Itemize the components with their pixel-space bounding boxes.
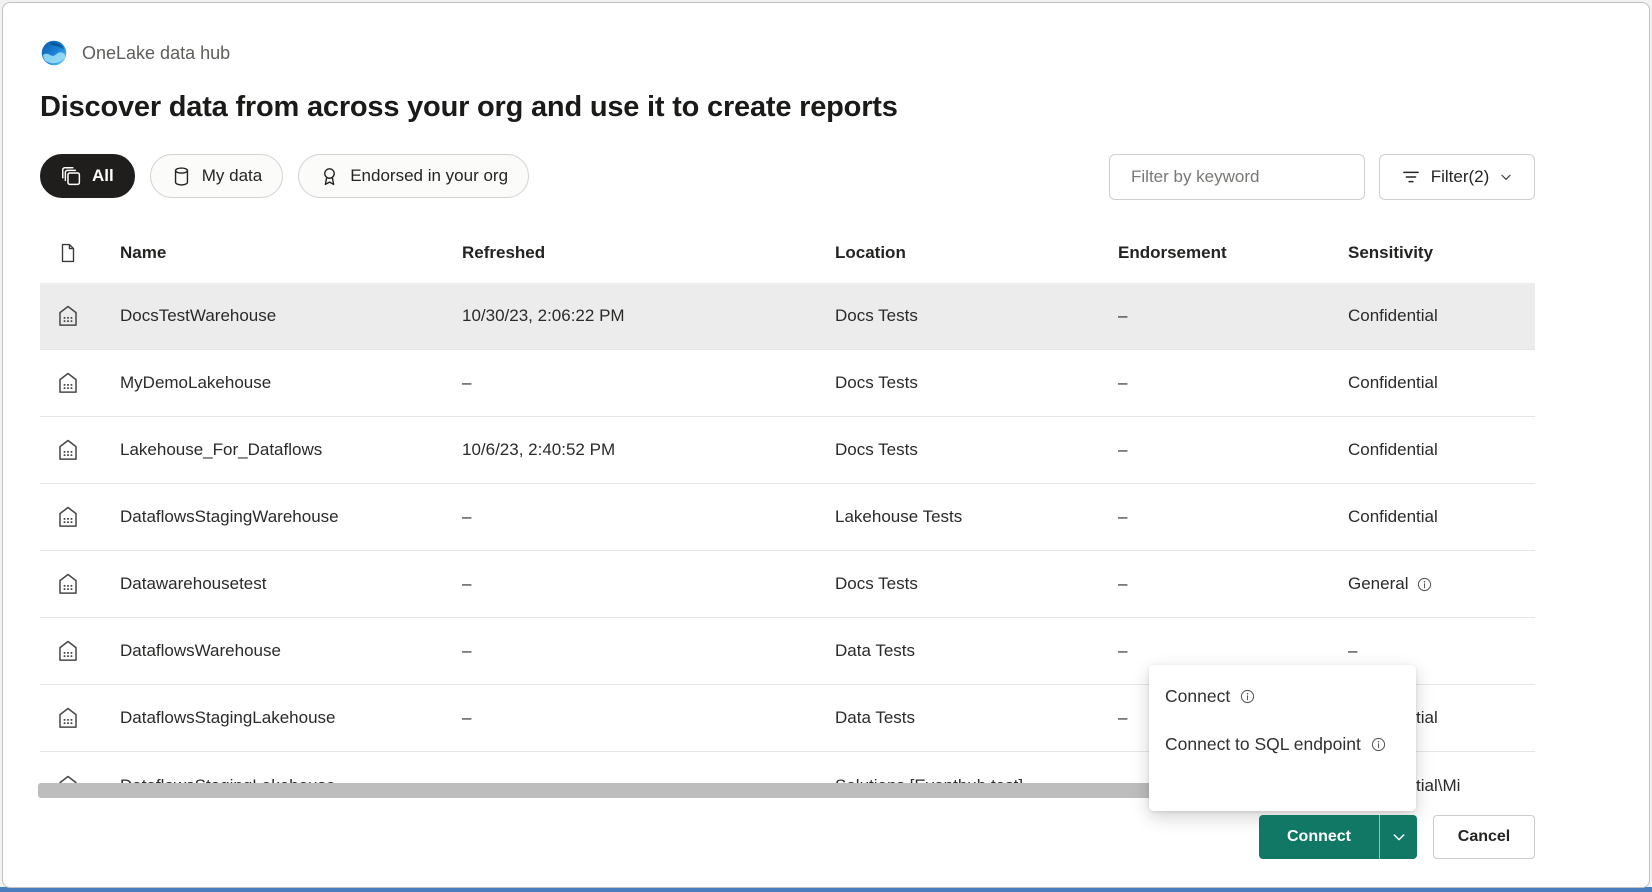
page-heading: Discover data from across your org and u… — [40, 91, 898, 124]
row-location: Docs Tests — [835, 440, 918, 460]
search-input[interactable] — [1131, 167, 1352, 187]
row-endorsement: – — [1118, 373, 1127, 393]
row-sensitivity: Confidential — [1348, 440, 1438, 460]
row-location: Docs Tests — [835, 574, 918, 594]
page-background: OneLake data hub Discover data from acro… — [0, 0, 1652, 892]
pill-label: All — [92, 166, 114, 186]
row-sensitivity: General — [1348, 574, 1408, 594]
row-refreshed: – — [462, 574, 471, 594]
menu-item-connect-sql-endpoint[interactable]: Connect to SQL endpoint — [1149, 721, 1416, 767]
filter-button[interactable]: Filter(2) — [1379, 154, 1535, 200]
row-refreshed: 10/30/23, 2:06:22 PM — [462, 306, 625, 326]
connect-button[interactable]: Connect — [1259, 815, 1379, 859]
filter-pill-all[interactable]: All — [40, 154, 135, 198]
row-endorsement: – — [1118, 507, 1127, 527]
lakehouse-icon — [55, 504, 81, 530]
row-name: DataflowsStagingWarehouse — [120, 507, 339, 527]
row-refreshed: – — [462, 641, 471, 661]
lakehouse-icon — [55, 638, 81, 664]
row-refreshed: – — [462, 708, 471, 728]
table-row[interactable]: DocsTestWarehouse 10/30/23, 2:06:22 PM D… — [40, 283, 1535, 350]
row-endorsement: – — [1118, 708, 1127, 728]
table-row[interactable]: DataflowsStagingWarehouse – Lakehouse Te… — [40, 484, 1535, 551]
dialog-header: OneLake data hub — [40, 39, 230, 67]
onelake-data-hub-dialog: OneLake data hub Discover data from acro… — [2, 2, 1650, 888]
row-endorsement: – — [1118, 306, 1127, 326]
row-location: Docs Tests — [835, 373, 918, 393]
row-name: Lakehouse_For_Dataflows — [120, 440, 322, 460]
row-refreshed: – — [462, 507, 471, 527]
filter-button-label: Filter(2) — [1431, 167, 1490, 187]
lakehouse-icon — [55, 370, 81, 396]
row-location: Data Tests — [835, 641, 915, 661]
row-sensitivity: Confidential — [1348, 507, 1438, 527]
menu-item-label: Connect — [1165, 686, 1230, 707]
lakehouse-icon — [55, 705, 81, 731]
lakehouse-icon — [55, 303, 81, 329]
filter-pill-endorsed[interactable]: Endorsed in your org — [298, 154, 529, 198]
row-name: DocsTestWarehouse — [120, 306, 276, 326]
row-sensitivity: Confidential — [1348, 373, 1438, 393]
onelake-logo-icon — [40, 39, 68, 67]
document-icon — [57, 242, 79, 264]
column-header-sensitivity[interactable]: Sensitivity — [1348, 243, 1433, 263]
filter-pill-group: All My data Endorsed in your org — [40, 154, 529, 198]
column-header-location[interactable]: Location — [835, 243, 906, 263]
connect-split-button: Connect — [1259, 815, 1417, 859]
row-sensitivity: Confidential — [1348, 306, 1438, 326]
column-header-endorsement[interactable]: Endorsement — [1118, 243, 1227, 263]
info-icon[interactable] — [1370, 736, 1387, 753]
horizontal-scrollbar[interactable] — [38, 783, 1286, 798]
row-endorsement: – — [1118, 440, 1127, 460]
row-name: Datawarehousetest — [120, 574, 266, 594]
dialog-title: OneLake data hub — [82, 43, 230, 64]
row-refreshed: 10/6/23, 2:40:52 PM — [462, 440, 615, 460]
table-row[interactable]: Lakehouse_For_Dataflows 10/6/23, 2:40:52… — [40, 417, 1535, 484]
table-header-row: Name Refreshed Location Endorsement Sens… — [40, 231, 1535, 275]
row-name: DataflowsWarehouse — [120, 641, 281, 661]
row-refreshed: – — [462, 373, 471, 393]
info-icon[interactable] — [1416, 576, 1433, 593]
filter-pill-my-data[interactable]: My data — [150, 154, 283, 198]
lakehouse-icon — [55, 571, 81, 597]
row-sensitivity: – — [1348, 641, 1357, 661]
connect-context-menu: Connect Connect to SQL endpoint — [1149, 665, 1416, 811]
row-name: MyDemoLakehouse — [120, 373, 271, 393]
row-location: Lakehouse Tests — [835, 507, 962, 527]
row-location: Data Tests — [835, 708, 915, 728]
cancel-button[interactable]: Cancel — [1433, 815, 1535, 859]
lakehouse-icon — [55, 437, 81, 463]
database-icon — [171, 166, 192, 187]
menu-item-label: Connect to SQL endpoint — [1165, 734, 1361, 755]
table-row[interactable]: MyDemoLakehouse – Docs Tests – Confident… — [40, 350, 1535, 417]
pill-label: Endorsed in your org — [350, 166, 508, 186]
row-location: Docs Tests — [835, 306, 918, 326]
table-row[interactable]: Datawarehousetest – Docs Tests – General — [40, 551, 1535, 618]
pill-label: My data — [202, 166, 262, 186]
item-type-column-icon-wrap — [54, 242, 82, 264]
connect-dropdown-button[interactable] — [1379, 815, 1417, 859]
ribbon-icon — [319, 166, 340, 187]
keyword-search — [1109, 154, 1365, 200]
row-name: DataflowsStagingLakehouse — [120, 708, 335, 728]
row-endorsement: – — [1118, 574, 1127, 594]
info-icon[interactable] — [1239, 688, 1256, 705]
chevron-down-icon — [1391, 829, 1407, 845]
menu-item-connect[interactable]: Connect — [1149, 673, 1416, 719]
chevron-down-icon — [1499, 170, 1513, 184]
filter-icon — [1401, 167, 1421, 187]
column-header-refreshed[interactable]: Refreshed — [462, 243, 545, 263]
column-header-name[interactable]: Name — [120, 243, 166, 263]
row-endorsement: – — [1118, 641, 1127, 661]
stack-icon — [61, 166, 82, 187]
